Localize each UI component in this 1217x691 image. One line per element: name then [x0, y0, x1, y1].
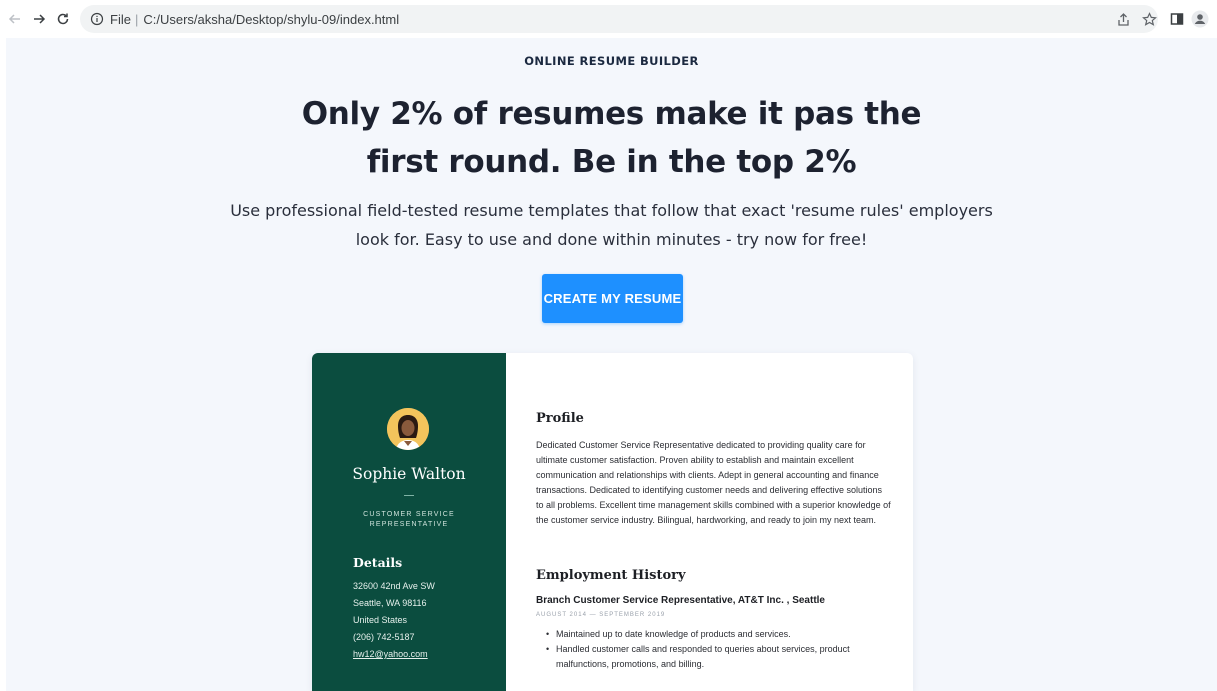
resume-name: Sophie Walton	[352, 465, 466, 483]
share-icon[interactable]	[1112, 8, 1134, 30]
avatar	[387, 408, 429, 450]
name-divider	[404, 495, 414, 496]
info-icon[interactable]	[90, 12, 104, 26]
browser-toolbar: File | C:/Users/aksha/Desktop/shylu-09/i…	[0, 0, 1217, 38]
eyebrow-label: ONLINE RESUME BUILDER	[524, 54, 699, 68]
profile-heading: Profile	[536, 411, 584, 426]
address-scheme-label: File	[110, 11, 131, 27]
page-title: Only 2% of resumes make it pas the first…	[301, 96, 922, 180]
list-item: Maintained up to date knowledge of produ…	[546, 627, 891, 642]
resume-sidebar: Sophie Walton CUSTOMER SERVICE REPRESENT…	[312, 353, 506, 691]
side-panel-icon[interactable]	[1166, 8, 1188, 30]
detail-phone: (206) 742-5187	[353, 632, 415, 642]
forward-arrow-icon[interactable]	[28, 8, 50, 30]
resume-job-title: CUSTOMER SERVICE REPRESENTATIVE	[363, 511, 455, 528]
detail-address-line1: 32600 42nd Ave SW	[353, 581, 435, 591]
create-resume-button[interactable]: CREATE MY RESUME	[542, 274, 683, 323]
address-separator: |	[134, 11, 139, 27]
employment-heading: Employment History	[536, 568, 686, 583]
page-content: ONLINE RESUME BUILDER Only 2% of resumes…	[6, 38, 1217, 691]
back-arrow-icon[interactable]	[4, 8, 26, 30]
job-bullet-list: Maintained up to date knowledge of produ…	[546, 627, 891, 672]
detail-email-link[interactable]: hw12@yahoo.com	[353, 646, 435, 663]
hero-subtitle: Use professional field-tested resume tem…	[230, 201, 993, 249]
profile-text: Dedicated Customer Service Representativ…	[536, 440, 891, 525]
detail-country: United States	[353, 615, 408, 625]
details-heading: Details	[353, 555, 403, 570]
address-bar[interactable]: File | C:/Users/aksha/Desktop/shylu-09/i…	[80, 5, 1158, 33]
job-dates: AUGUST 2014 — SEPTEMBER 2019	[536, 612, 666, 618]
job-title: Branch Customer Service Representative, …	[536, 595, 825, 606]
star-icon[interactable]	[1138, 8, 1160, 30]
detail-address-line2: Seattle, WA 98116	[353, 598, 427, 608]
resume-main-content: Profile Dedicated Customer Service Repre…	[536, 353, 891, 691]
details-list: 32600 42nd Ave SW Seattle, WA 98116 Unit…	[353, 578, 435, 663]
address-url: C:/Users/aksha/Desktop/shylu-09/index.ht…	[143, 11, 400, 27]
reload-icon[interactable]	[52, 8, 74, 30]
profile-icon[interactable]	[1189, 8, 1211, 30]
resume-preview: Sophie Walton CUSTOMER SERVICE REPRESENT…	[312, 353, 913, 691]
list-item: Handled customer calls and responded to …	[546, 642, 891, 672]
